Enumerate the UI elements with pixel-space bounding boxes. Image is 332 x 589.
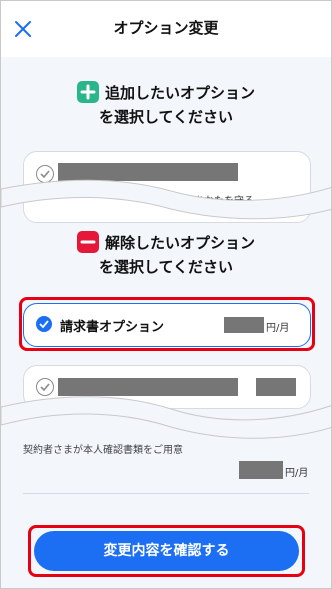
wave-divider	[1, 396, 331, 439]
remove-section-title: 解除したいオプション	[1, 230, 331, 255]
wave-divider	[1, 179, 331, 220]
remove-section-subtitle: を選択してください	[98, 258, 234, 276]
plus-icon	[76, 80, 99, 103]
divider	[23, 493, 309, 494]
add-section-subtitle: を選択してください	[98, 108, 234, 126]
price-unit: 円/月	[285, 468, 309, 479]
cta-highlight	[28, 525, 305, 577]
app-header: オプション変更	[1, 1, 331, 57]
screen: オプション変更 追加したいオプション を選択してください ブルからあなたを守る …	[0, 0, 332, 589]
minus-icon	[76, 230, 99, 253]
lower-description: 契約者さまが本人確認書類をご用意	[23, 445, 183, 456]
selection-highlight	[19, 297, 315, 351]
page-title: オプション変更	[113, 19, 219, 37]
redacted-price	[239, 461, 283, 479]
add-section-title: 追加したいオプション	[1, 80, 331, 105]
